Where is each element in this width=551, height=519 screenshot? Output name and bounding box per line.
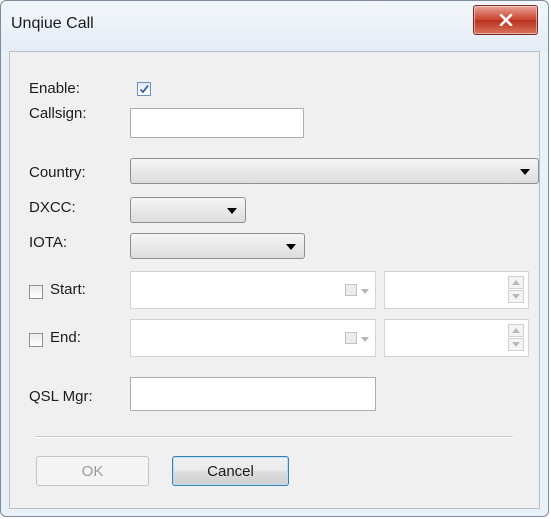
- callsign-input[interactable]: [130, 108, 304, 138]
- iota-select[interactable]: [130, 233, 305, 259]
- callsign-label: Callsign:: [29, 105, 87, 122]
- cancel-button[interactable]: Cancel: [172, 456, 289, 486]
- window-title: Unqiue Call: [11, 15, 94, 32]
- end-label: End:: [50, 329, 81, 346]
- spin-down-icon[interactable]: [508, 290, 524, 303]
- country-select[interactable]: [130, 158, 539, 184]
- end-time-picker[interactable]: [384, 319, 529, 357]
- close-icon: [499, 14, 512, 26]
- end-date-picker[interactable]: [130, 319, 376, 357]
- enable-checkbox[interactable]: [137, 82, 151, 96]
- end-time-spinner[interactable]: [508, 324, 524, 352]
- chevron-down-icon: [361, 289, 369, 294]
- chevron-down-icon: [286, 244, 296, 250]
- spin-up-icon[interactable]: [508, 324, 524, 337]
- calendar-icon: [345, 332, 357, 344]
- chevron-down-icon: [520, 169, 530, 175]
- chevron-down-icon: [361, 337, 369, 342]
- start-label: Start:: [50, 281, 86, 298]
- dxcc-label: DXCC:: [29, 199, 76, 216]
- divider: [36, 436, 513, 438]
- qsl-manager-label: QSL Mgr:: [29, 388, 93, 405]
- start-time-spinner[interactable]: [508, 276, 524, 304]
- start-time-picker[interactable]: [384, 271, 529, 309]
- country-label: Country:: [29, 164, 86, 181]
- end-checkbox[interactable]: [29, 333, 43, 347]
- dialog-body: Enable: Callsign: Country: DXCC: IOTA: S…: [9, 51, 540, 509]
- checkmark-icon: [139, 84, 149, 94]
- start-date-picker[interactable]: [130, 271, 376, 309]
- iota-label: IOTA:: [29, 234, 68, 251]
- chevron-down-icon: [227, 208, 237, 214]
- calendar-icon: [345, 284, 357, 296]
- enable-label: Enable:: [29, 80, 80, 97]
- title-bar[interactable]: Unqiue Call: [1, 1, 548, 51]
- spin-down-icon[interactable]: [508, 338, 524, 351]
- start-checkbox[interactable]: [29, 285, 43, 299]
- dxcc-select[interactable]: [130, 197, 246, 223]
- qsl-manager-input[interactable]: [130, 377, 376, 411]
- ok-button[interactable]: OK: [36, 456, 149, 486]
- dialog-window: Unqiue Call Enable: Callsign: Country: D…: [0, 0, 549, 517]
- close-button[interactable]: [473, 5, 538, 35]
- spin-up-icon[interactable]: [508, 276, 524, 289]
